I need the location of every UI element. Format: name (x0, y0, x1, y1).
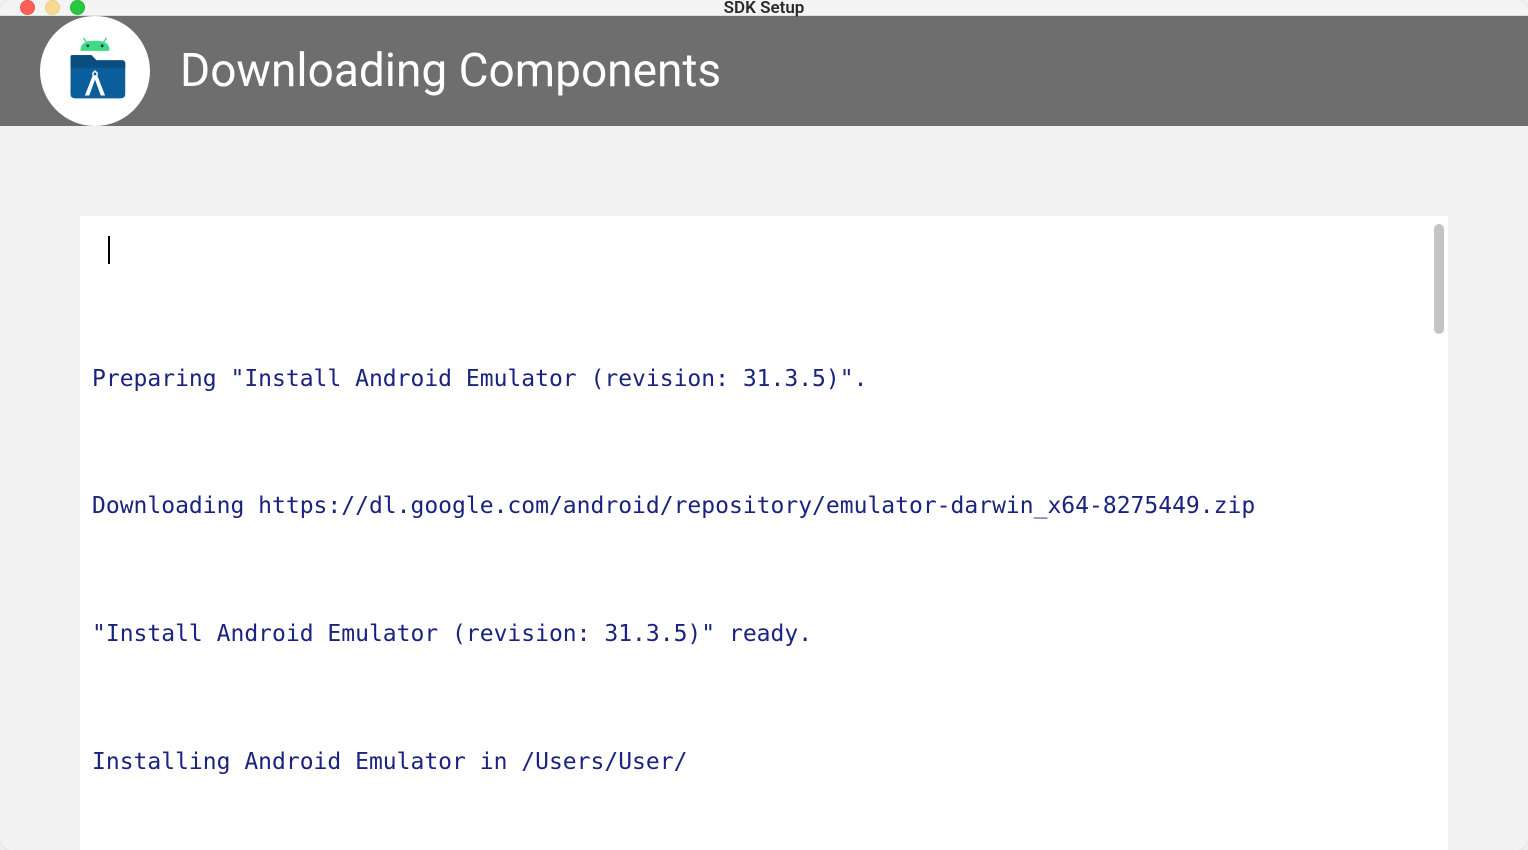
android-studio-logo (40, 16, 150, 126)
log-text: Preparing "Install Android Emulator (rev… (80, 216, 1448, 850)
log-output[interactable]: Preparing "Install Android Emulator (rev… (80, 216, 1448, 850)
titlebar: SDK Setup (0, 0, 1528, 16)
page-title: Downloading Components (180, 44, 721, 98)
wizard-header: Downloading Components (0, 16, 1528, 126)
scrollbar-thumb[interactable] (1434, 224, 1444, 334)
log-line: Installing Android Emulator in /Users/Us… (92, 741, 1436, 784)
android-studio-icon (59, 35, 131, 107)
content-area: Preparing "Install Android Emulator (rev… (0, 126, 1528, 850)
window-title: SDK Setup (724, 0, 805, 18)
text-cursor (108, 236, 110, 264)
zoom-icon[interactable] (70, 0, 85, 15)
log-line: Downloading https://dl.google.com/androi… (92, 485, 1436, 528)
close-icon[interactable] (20, 0, 35, 15)
sdk-setup-window: SDK Setup Downloading Components (0, 0, 1528, 850)
traffic-lights (20, 0, 85, 15)
minimize-icon (45, 0, 60, 15)
log-line: Preparing "Install Android Emulator (rev… (92, 358, 1436, 401)
log-line: "Install Android Emulator (revision: 31.… (92, 613, 1436, 656)
